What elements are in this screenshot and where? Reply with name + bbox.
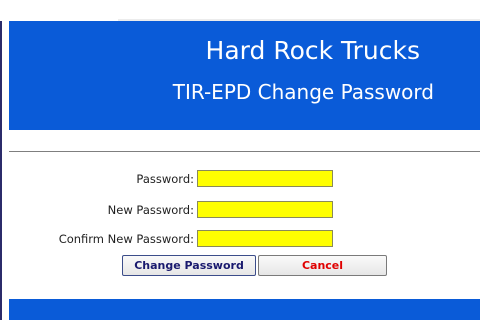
page-title: Hard Rock Trucks [205,36,420,65]
confirm-password-input[interactable] [197,230,333,247]
password-input[interactable] [197,170,333,187]
password-label: Password: [136,172,194,186]
footer-banner [9,299,480,320]
header-banner: Hard Rock Trucks TIR-EPD Change Password [9,21,480,130]
password-row: Password: [9,170,480,188]
new-password-label: New Password: [107,203,194,217]
top-strip [118,0,480,21]
top-margin [0,0,480,21]
page-subtitle: TIR-EPD Change Password [172,80,434,104]
change-password-form: Password: New Password: Confirm New Pass… [9,170,480,280]
confirm-password-label: Confirm New Password: [58,232,194,246]
confirm-password-row: Confirm New Password: [9,230,480,248]
divider [9,151,480,152]
new-password-input[interactable] [197,201,333,218]
change-password-button[interactable]: Change Password [122,255,256,276]
cancel-button[interactable]: Cancel [258,255,387,276]
new-password-row: New Password: [9,201,480,219]
